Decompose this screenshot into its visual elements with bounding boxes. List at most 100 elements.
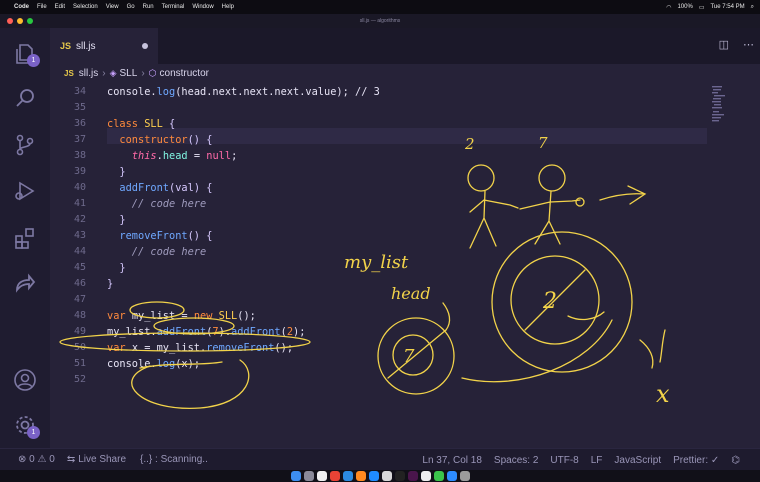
menu-window[interactable]: Window (192, 4, 213, 10)
code-line[interactable]: } (107, 276, 113, 292)
code-line[interactable]: addFront(val) { (107, 180, 212, 196)
close-window-button[interactable] (7, 18, 13, 24)
code-token: log (156, 86, 176, 98)
breadcrumb-class[interactable]: SLL (120, 68, 138, 79)
trash-icon[interactable] (459, 471, 470, 481)
line-number: 34 (73, 86, 86, 97)
minimap[interactable] (712, 84, 726, 154)
code-token: = (175, 310, 194, 322)
menu-go[interactable]: Go (127, 4, 135, 10)
feedback-icon[interactable]: ⌬ (731, 455, 740, 466)
prettier-status[interactable]: Prettier: ✓ (673, 455, 719, 466)
language-mode[interactable]: JavaScript (614, 455, 661, 466)
line-number: 52 (73, 374, 86, 385)
code-line[interactable]: constructor() { (107, 132, 212, 148)
slack-icon[interactable] (407, 471, 418, 481)
code-line[interactable]: } (107, 260, 125, 276)
indentation[interactable]: Spaces: 2 (494, 455, 538, 466)
live-share-button[interactable]: Live Share (78, 454, 126, 465)
tab-sll-js[interactable]: JS sll.js (50, 28, 158, 64)
code-token: my_list (131, 310, 176, 322)
code-line[interactable]: this.head = null; (107, 148, 237, 164)
code-token: addFront (231, 326, 281, 338)
minimize-window-button[interactable] (17, 18, 23, 24)
line-number: 43 (73, 230, 86, 241)
zoom-icon[interactable] (446, 471, 457, 481)
code-line[interactable]: } (107, 212, 125, 228)
zoom-window-button[interactable] (27, 18, 33, 24)
menu-file[interactable]: File (37, 4, 47, 10)
window-title: sll.js — algorithms (359, 18, 401, 24)
vscode-icon[interactable] (342, 471, 353, 481)
more-actions-icon[interactable]: ⋯ (743, 38, 754, 51)
preview-icon[interactable] (381, 471, 392, 481)
code-token: removeFront (206, 342, 275, 354)
run-debug-icon[interactable] (13, 179, 37, 203)
cursor-position[interactable]: Ln 37, Col 18 (422, 455, 482, 466)
chevron-right-icon: › (141, 67, 145, 79)
chrome-icon[interactable] (329, 471, 340, 481)
github-icon[interactable] (420, 471, 431, 481)
wifi-icon[interactable]: ◠ (666, 4, 671, 11)
extensions-icon[interactable] (13, 226, 37, 250)
code-line[interactable]: console.log(head.next.next.next.value); … (107, 84, 380, 100)
code-token: } (107, 278, 114, 290)
search-icon[interactable]: ⌕ (751, 4, 754, 11)
breadcrumb-file[interactable]: sll.js (79, 68, 98, 79)
code-token: ); (293, 326, 306, 338)
breadcrumb-member[interactable]: constructor (160, 68, 209, 79)
code-line[interactable]: my_list.addFront(7).addFront(2); (107, 324, 305, 340)
split-editor-icon[interactable]: ◫ (719, 38, 729, 51)
activity-bar: 1 1 (0, 28, 50, 448)
line-number: 45 (73, 262, 86, 273)
launchpad-icon[interactable] (303, 471, 314, 481)
code-line[interactable]: // code here (107, 196, 206, 212)
line-number: 36 (73, 118, 86, 129)
unsaved-dot-icon[interactable] (142, 43, 148, 49)
end-of-line[interactable]: LF (591, 455, 603, 466)
terminal-icon[interactable] (394, 471, 405, 481)
live-share-icon[interactable] (13, 272, 37, 296)
menu-selection[interactable]: Selection (73, 4, 98, 10)
source-control-icon[interactable] (13, 133, 37, 157)
menu-terminal[interactable]: Terminal (162, 4, 185, 10)
calendar-icon[interactable] (316, 471, 327, 481)
window-title-bar: sll.js — algorithms (0, 14, 760, 28)
menu-clock[interactable]: Tue 7:54 PM (710, 4, 744, 10)
menu-run[interactable]: Run (143, 4, 154, 10)
js-file-icon: JS (60, 41, 72, 51)
search-view-icon[interactable] (13, 86, 37, 110)
app-store-icon[interactable] (368, 471, 379, 481)
code-token: { (162, 118, 176, 130)
code-line[interactable]: var x = my_list.removeFront(); (107, 340, 293, 356)
code-line[interactable]: // code here (107, 244, 206, 260)
scanning-status[interactable]: {..} : Scanning.. (140, 454, 208, 465)
code-token: () { (187, 134, 213, 146)
line-number: 48 (73, 310, 86, 321)
code-line[interactable]: var my_list = new SLL(); (107, 308, 256, 324)
menu-view[interactable]: View (106, 4, 119, 10)
encoding[interactable]: UTF-8 (550, 455, 578, 466)
firefox-icon[interactable] (355, 471, 366, 481)
code-token: // code here (107, 246, 207, 258)
code-line[interactable]: } (107, 164, 125, 180)
code-line[interactable]: console.log(x); (107, 356, 200, 372)
code-line[interactable]: removeFront() { (107, 228, 212, 244)
accounts-icon[interactable] (13, 368, 37, 392)
code-token: log (156, 358, 176, 370)
messages-icon[interactable] (433, 471, 444, 481)
code-token: // code here (107, 198, 207, 210)
code-token: console. (107, 358, 157, 370)
problems-indicator[interactable]: ⊗ 0 ⚠ 0 (18, 454, 55, 465)
code-token: addFront (119, 182, 170, 194)
menu-edit[interactable]: Edit (55, 4, 65, 10)
battery-icon[interactable]: ▭ (699, 4, 705, 11)
menu-help[interactable]: Help (222, 4, 234, 10)
code-editor[interactable]: 34 35 36 37 38 39 40 41 42 43 44 45 46 47 48 49 50 51 52 c… (50, 82, 760, 448)
menu-app[interactable]: Code (14, 4, 29, 10)
class-symbol-icon: ◈ (109, 67, 117, 78)
finder-icon[interactable] (290, 471, 301, 481)
line-number: 50 (73, 342, 86, 353)
code-line[interactable]: class SLL { (107, 116, 175, 132)
